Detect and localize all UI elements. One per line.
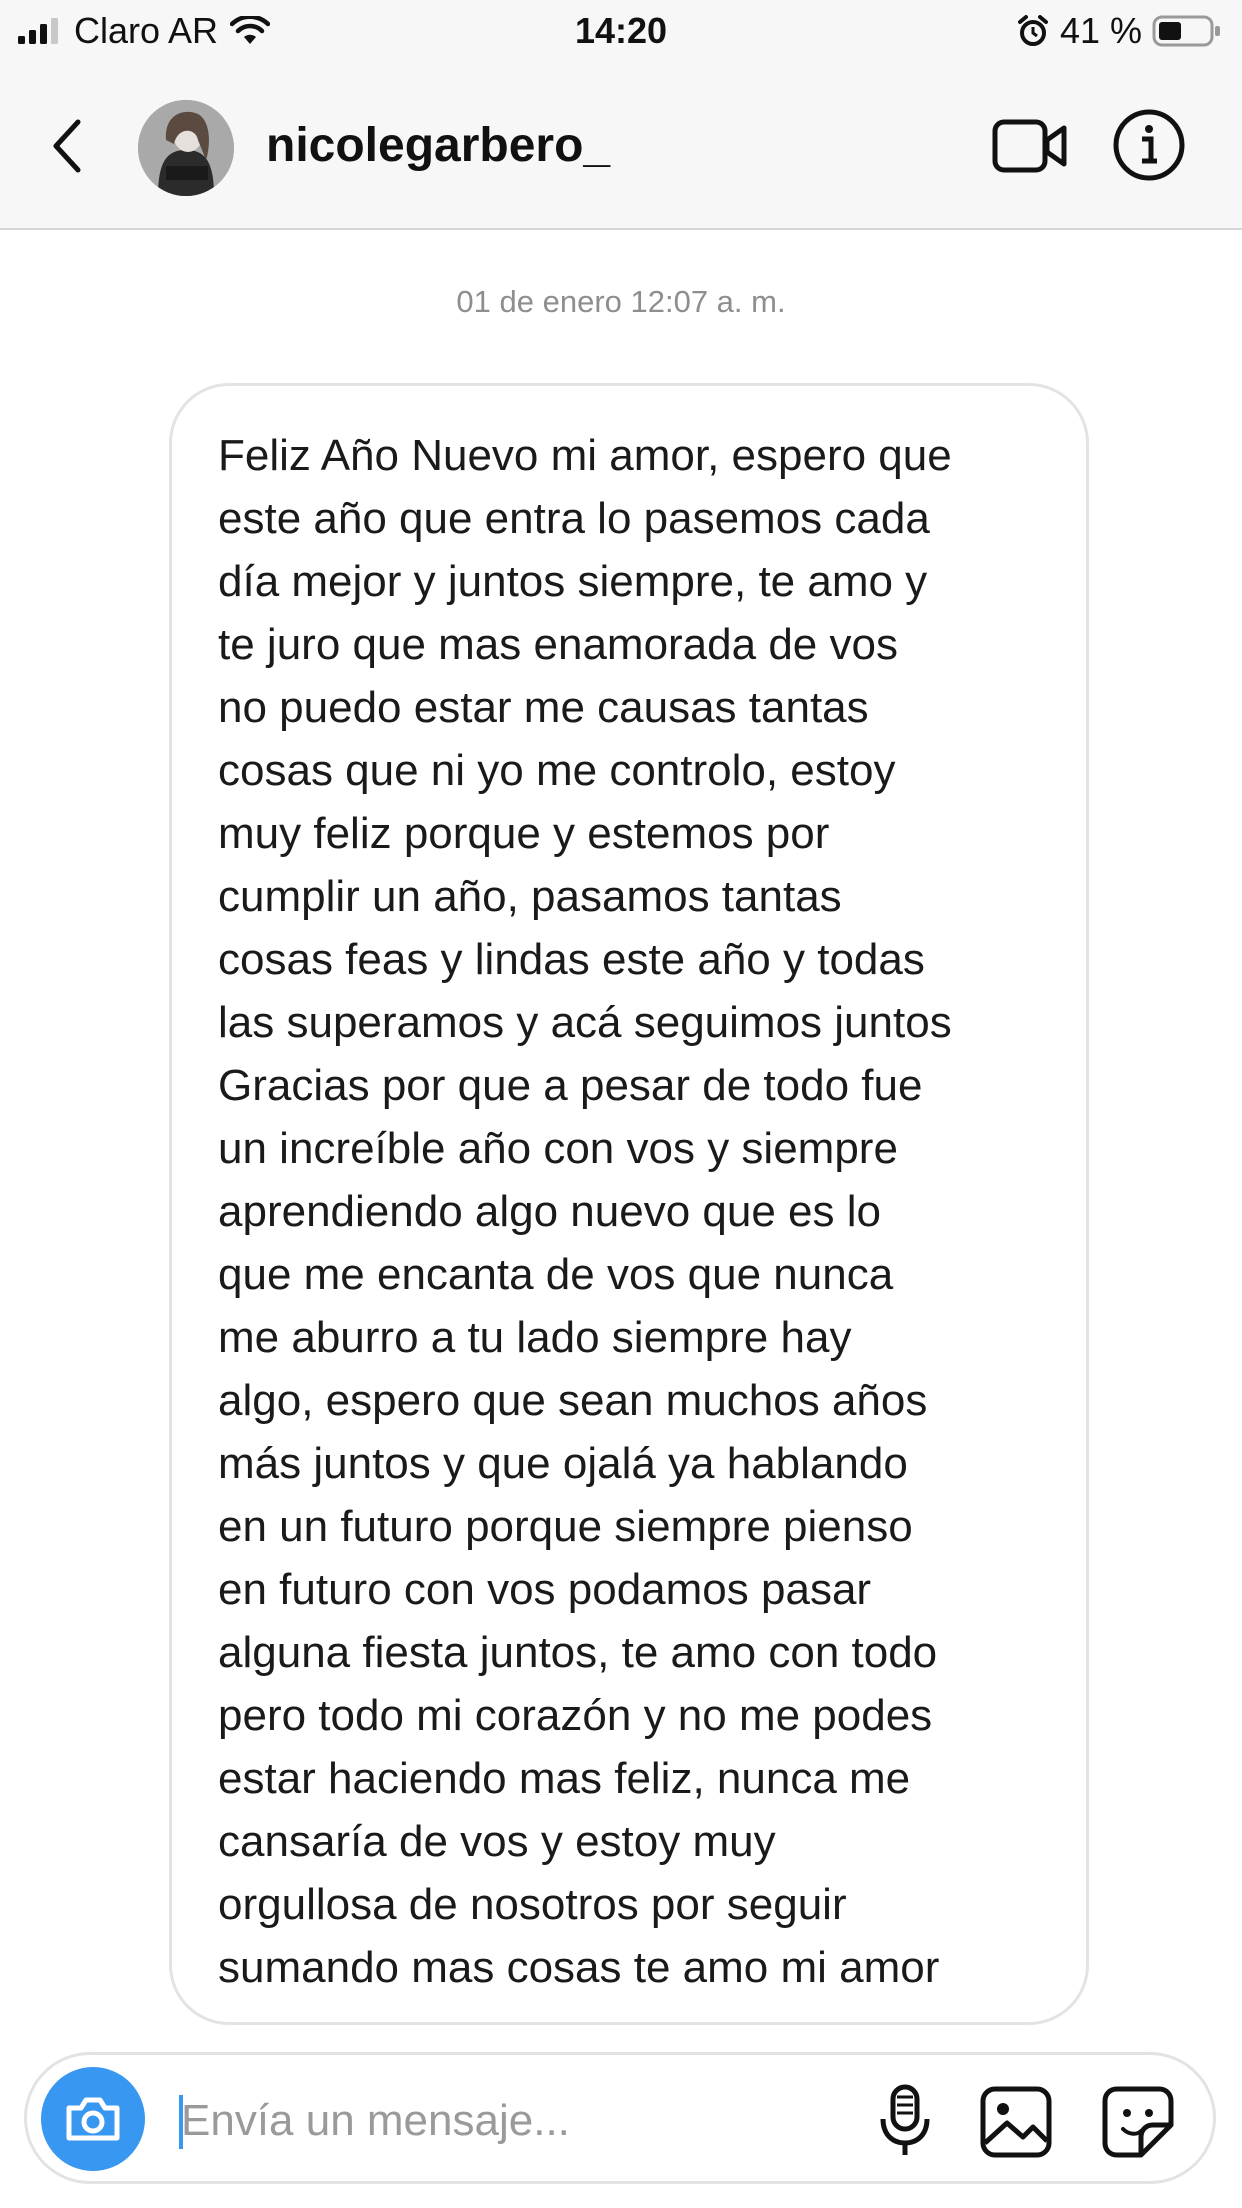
back-arrow-icon	[53, 119, 81, 173]
sticker-icon	[1102, 2086, 1174, 2158]
alarm-icon	[1017, 15, 1048, 46]
message-input[interactable]	[181, 2083, 861, 2159]
camera-icon	[66, 2097, 120, 2141]
battery-icon	[1152, 15, 1220, 47]
voice-message-button[interactable]	[873, 2083, 937, 2159]
video-call-button[interactable]	[992, 114, 1068, 178]
battery-percent: 41 %	[1059, 10, 1142, 51]
status-bar: Claro AR 14:20 41 %	[0, 0, 1242, 62]
message-bubble[interactable]: Feliz Año Nuevo mi amor, espero que este…	[169, 383, 1089, 2025]
sticker-button[interactable]	[1101, 2085, 1175, 2159]
chat-header: nicolegarbero_	[0, 62, 1242, 230]
avatar[interactable]	[138, 100, 234, 196]
gallery-button[interactable]	[979, 2085, 1053, 2159]
video-call-icon	[992, 119, 1067, 173]
camera-button[interactable]	[41, 2067, 145, 2171]
profile-photo	[138, 100, 234, 196]
info-button[interactable]	[1112, 108, 1186, 182]
info-icon	[1113, 109, 1185, 181]
status-right: 41 %	[1016, 10, 1222, 52]
message-composer	[24, 2052, 1216, 2184]
gallery-icon	[980, 2086, 1052, 2158]
message-timestamp: 01 de enero 12:07 a. m.	[456, 284, 786, 319]
message-text: Feliz Año Nuevo mi amor, espero que este…	[218, 431, 952, 1992]
microphone-icon	[880, 2084, 930, 2155]
chat-username[interactable]: nicolegarbero_	[266, 118, 610, 173]
back-button[interactable]	[44, 114, 92, 178]
